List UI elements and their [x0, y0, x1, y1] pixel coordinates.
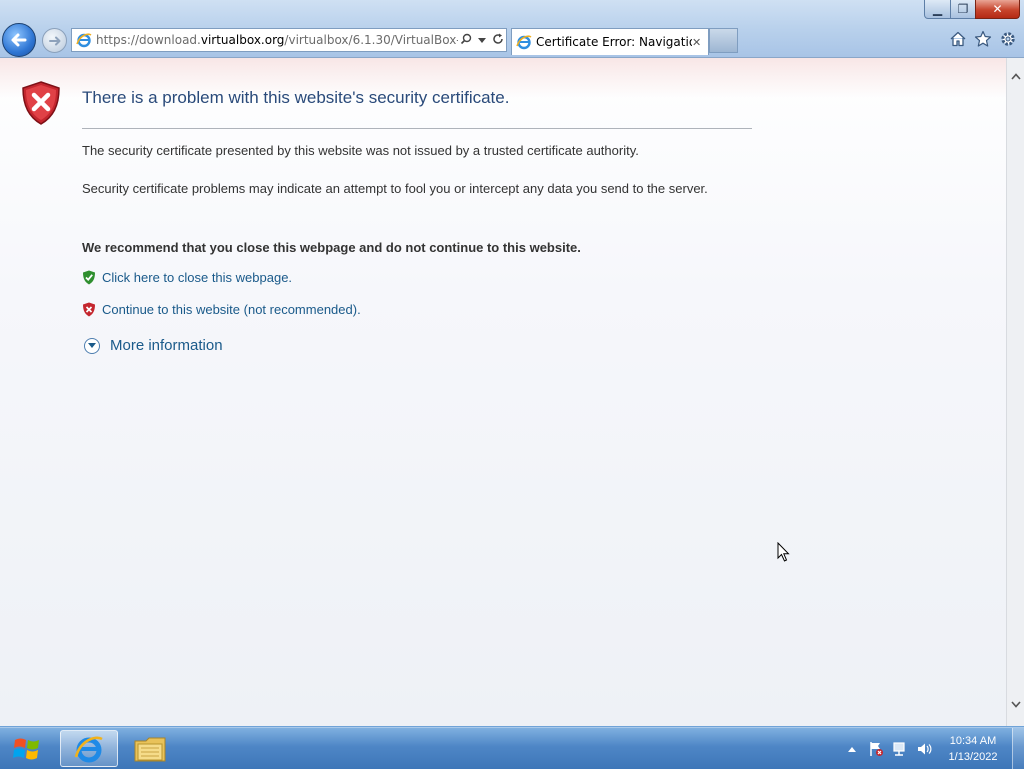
tab-close-icon[interactable]: ✕ — [692, 36, 708, 49]
taskbar-internet-explorer[interactable] — [60, 730, 118, 767]
forward-arrow-icon — [48, 36, 60, 45]
forward-button[interactable] — [42, 28, 67, 53]
tools-gear-icon[interactable] — [998, 29, 1018, 49]
security-warning-message: Security certificate problems may indica… — [82, 181, 708, 196]
show-desktop-button[interactable] — [1012, 728, 1024, 769]
back-arrow-icon — [11, 33, 27, 47]
ie-tab-icon — [516, 34, 532, 50]
show-hidden-icons-arrow-icon[interactable] — [842, 739, 862, 759]
error-shield-icon — [20, 80, 62, 130]
back-button[interactable] — [2, 23, 36, 57]
action-center-flag-icon[interactable] — [866, 739, 886, 759]
search-icon[interactable] — [458, 33, 474, 48]
close-webpage-link[interactable]: Click here to close this webpage. — [102, 270, 292, 285]
folder-icon — [134, 737, 166, 761]
start-button[interactable] — [0, 728, 54, 769]
address-bar[interactable]: https://download.virtualbox.org/virtualb… — [71, 28, 507, 52]
windows-logo-icon — [13, 738, 39, 759]
scroll-down-icon[interactable] — [1007, 696, 1024, 713]
maximize-button[interactable]: ❐ — [950, 0, 976, 19]
recommendation-text: We recommend that you close this webpage… — [82, 240, 581, 255]
close-page-row: Click here to close this webpage. — [82, 270, 292, 285]
system-clock[interactable]: 10:34 AM 1/13/2022 — [938, 733, 1008, 765]
dropdown-arrow-icon[interactable] — [474, 33, 490, 47]
continue-row: Continue to this website (not recommende… — [82, 302, 361, 317]
network-icon[interactable] — [890, 739, 910, 759]
refresh-icon[interactable] — [490, 33, 506, 48]
url-text[interactable]: https://download.virtualbox.org/virtualb… — [92, 33, 458, 47]
taskbar-file-explorer[interactable] — [121, 730, 179, 767]
more-information-toggle[interactable]: More information — [84, 337, 223, 354]
new-tab-button[interactable] — [709, 28, 738, 53]
browser-toolbar: ▁ ❐ ✕ https://download.virtualbox.org/vi… — [0, 0, 1024, 58]
mouse-cursor-icon — [777, 541, 791, 566]
ie-page-icon — [76, 32, 92, 48]
certificate-message: The security certificate presented by th… — [82, 143, 639, 158]
green-check-shield-icon — [83, 270, 95, 285]
clock-date: 1/13/2022 — [948, 751, 998, 763]
vertical-scrollbar[interactable] — [1006, 58, 1024, 726]
more-information-label: More information — [110, 337, 223, 354]
notification-area — [840, 728, 936, 769]
page-content: There is a problem with this website's s… — [0, 58, 1006, 726]
scroll-up-icon[interactable] — [1007, 68, 1024, 85]
expand-chevron-icon — [84, 337, 100, 354]
volume-speaker-icon[interactable] — [914, 739, 934, 759]
red-x-shield-icon — [83, 302, 95, 317]
taskbar: 10:34 AM 1/13/2022 — [0, 727, 1024, 769]
clock-time: 10:34 AM — [949, 735, 997, 747]
title-divider — [82, 128, 752, 129]
internet-explorer-icon — [74, 736, 103, 762]
continue-to-website-link[interactable]: Continue to this website (not recommende… — [102, 302, 361, 317]
favorites-star-icon[interactable] — [973, 29, 993, 49]
tab-title: Certificate Error: Navigation... — [536, 35, 692, 49]
close-window-button[interactable]: ✕ — [975, 0, 1020, 19]
page-title: There is a problem with this website's s… — [82, 88, 510, 107]
minimize-button[interactable]: ▁ — [924, 0, 951, 19]
tab-certificate-error[interactable]: Certificate Error: Navigation... ✕ — [511, 28, 709, 55]
home-icon[interactable] — [948, 29, 968, 49]
